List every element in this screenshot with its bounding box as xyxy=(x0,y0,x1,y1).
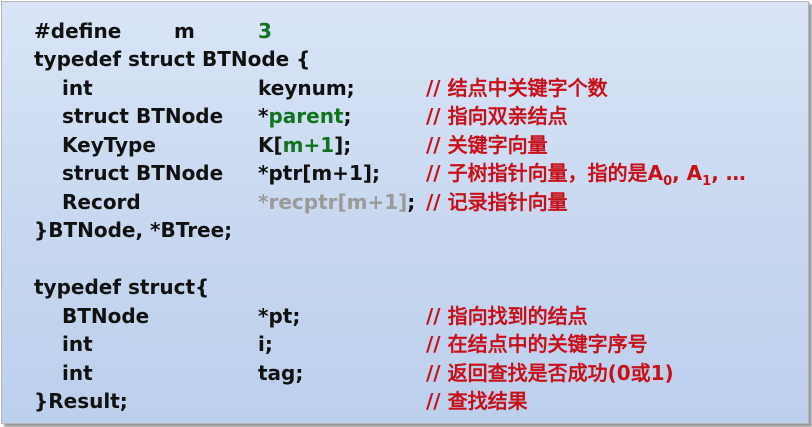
code-line-key: KeyType K[m+1]; // 关键字向量 xyxy=(2,131,808,159)
code-line-tag: int tag; // 返回查找是否成功(0或1) xyxy=(2,359,808,387)
field-comment: // 记录指针向量 xyxy=(426,190,568,214)
code-line-pt: BTNode *pt; // 指向找到的结点 xyxy=(2,302,808,330)
key-array-size: m+1 xyxy=(282,133,335,157)
define-name: m xyxy=(174,19,195,43)
field-name: i; xyxy=(258,332,273,356)
field-type: int xyxy=(62,361,93,385)
key-array-close: ]; xyxy=(334,133,352,157)
subscript-1: 1 xyxy=(702,174,712,189)
field-comment: // 在结点中的关键字序号 xyxy=(426,332,648,356)
code-line-typedef-result: typedef struct{ xyxy=(2,273,808,301)
field-type: BTNode xyxy=(62,304,150,328)
typedef-btnode-open: typedef struct BTNode { xyxy=(34,47,311,71)
field-name: *ptr[m+1]; xyxy=(258,161,380,185)
parent-identifier: parent xyxy=(268,104,344,128)
field-comment: // 指向找到的结点 xyxy=(426,304,588,328)
semicolon: ; xyxy=(343,104,352,128)
code-line-recptr: Record *recptr[m+1]; // 记录指针向量 xyxy=(2,188,808,216)
typedef-result-close: }Result; xyxy=(34,389,128,413)
field-comment: // 关键字向量 xyxy=(426,133,548,157)
code-line-keynum: int keynum; // 结点中关键字个数 xyxy=(2,74,808,102)
key-array-open: K[ xyxy=(258,133,283,157)
subscript-0: 0 xyxy=(663,174,673,189)
code-line-result-close: }Result; // 查找结果 xyxy=(2,387,808,415)
field-name: K[m+1]; xyxy=(258,131,351,159)
code-line-define: #define m 3 xyxy=(2,17,808,45)
define-directive: #define xyxy=(34,19,122,43)
typedef-btnode-close: }BTNode, *BTree; xyxy=(34,218,233,242)
field-type: int xyxy=(62,76,93,100)
field-name: keynum; xyxy=(258,76,355,100)
field-comment: // 结点中关键字个数 xyxy=(426,76,608,100)
typedef-result-open: typedef struct{ xyxy=(34,275,210,299)
code-panel: #define m 3 typedef struct BTNode { int … xyxy=(1,1,809,424)
recptr-identifier: recptr[m+1] xyxy=(268,190,408,214)
field-name: tag; xyxy=(258,361,304,385)
result-comment: // 查找结果 xyxy=(426,389,528,413)
field-type: Record xyxy=(62,190,141,214)
define-value: 3 xyxy=(258,19,272,43)
pointer-star: * xyxy=(258,104,269,128)
field-type: int xyxy=(62,332,93,356)
comment-text: // 子树指针向量，指的是A xyxy=(426,161,664,185)
field-type: struct BTNode xyxy=(62,161,224,185)
code-line-ptr: struct BTNode *ptr[m+1]; // 子树指针向量，指的是A0… xyxy=(2,159,808,189)
field-comment: // 返回查找是否成功(0或1) xyxy=(426,361,674,385)
field-comment: // 指向双亲结点 xyxy=(426,104,568,128)
code-line-typedef-btnode: typedef struct BTNode { xyxy=(2,45,808,73)
field-comment: // 子树指针向量，指的是A0, A1, … xyxy=(426,159,746,191)
code-line-parent: struct BTNode *parent; // 指向双亲结点 xyxy=(2,102,808,130)
pointer-star: * xyxy=(258,190,269,214)
code-block: #define m 3 typedef struct BTNode { int … xyxy=(2,2,808,423)
field-type: KeyType xyxy=(62,133,156,157)
field-type: struct BTNode xyxy=(62,104,224,128)
semicolon: ; xyxy=(407,190,416,214)
field-name: *recptr[m+1]; xyxy=(258,188,415,216)
field-name: *parent; xyxy=(258,102,352,130)
comment-ellipsis: , … xyxy=(711,161,746,185)
code-line-i: int i; // 在结点中的关键字序号 xyxy=(2,330,808,358)
field-name: *pt; xyxy=(258,304,301,328)
comment-text: , A xyxy=(672,161,703,185)
code-line-btnode-close: }BTNode, *BTree; xyxy=(2,216,808,244)
